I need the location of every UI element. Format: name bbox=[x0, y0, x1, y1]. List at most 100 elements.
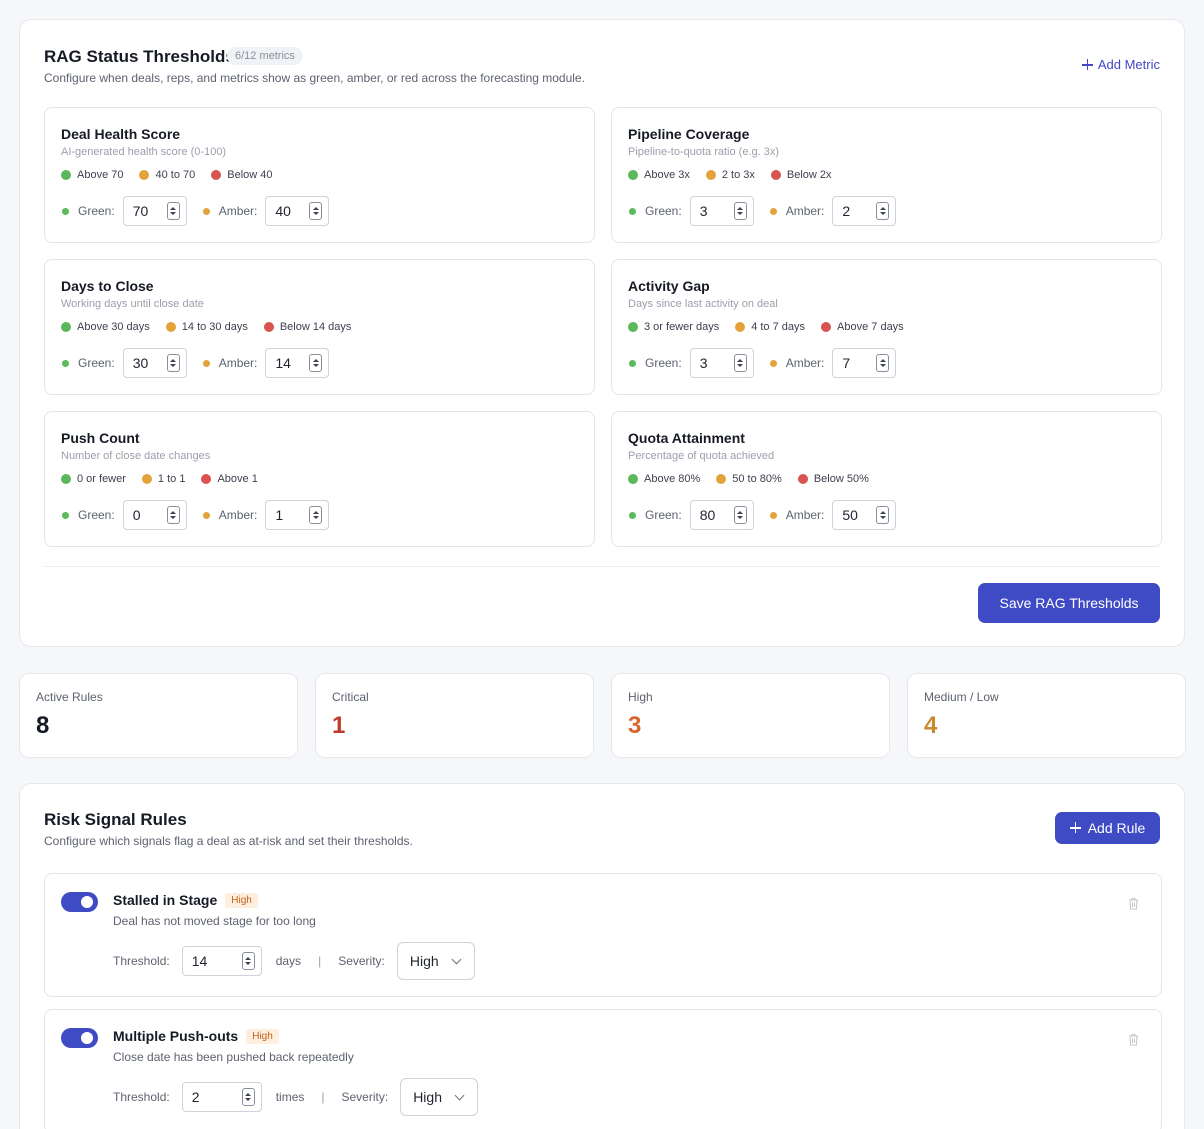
metric-description: AI-generated health score (0-100) bbox=[61, 146, 227, 158]
legend-red: Below 40 bbox=[211, 169, 273, 181]
legend-amber-label: 50 to 80% bbox=[732, 473, 782, 485]
amber-field-label: Amber: bbox=[769, 508, 824, 522]
legend-red-label: Above 7 days bbox=[837, 321, 904, 333]
amber-label: Amber: bbox=[785, 204, 825, 218]
legend-green: Above 3x bbox=[628, 169, 690, 181]
metric-description: Pipeline-to-quota ratio (e.g. 3x) bbox=[628, 146, 780, 158]
spinner-icon[interactable] bbox=[733, 202, 747, 220]
green-threshold-input[interactable]: 80 bbox=[689, 500, 754, 530]
severity-badge: High bbox=[225, 892, 258, 908]
metric-card: Days to Close Working days until close da… bbox=[44, 259, 595, 395]
green-label: Green: bbox=[645, 356, 682, 370]
green-threshold-value: 3 bbox=[699, 355, 708, 371]
amber-threshold-value: 50 bbox=[842, 507, 858, 523]
amber-threshold-input[interactable]: 7 bbox=[832, 348, 897, 378]
spinner-icon[interactable] bbox=[876, 354, 890, 372]
add-metric-button[interactable]: Add Metric bbox=[1081, 57, 1160, 72]
rule-settings: Threshold: 2 times | Severity: High bbox=[113, 1078, 478, 1116]
green-threshold-input[interactable]: 30 bbox=[122, 348, 187, 378]
threshold-label: Threshold: bbox=[113, 1090, 170, 1104]
rule-threshold-input[interactable]: 14 bbox=[181, 946, 262, 976]
spinner-icon[interactable] bbox=[166, 354, 180, 372]
green-label: Green: bbox=[78, 204, 115, 218]
risk-rule-card: Stalled in Stage High Deal has not moved s… bbox=[44, 873, 1162, 997]
rule-threshold-input[interactable]: 2 bbox=[181, 1082, 262, 1112]
rule-title: Multiple Push-outs High bbox=[113, 1028, 279, 1044]
trash-icon[interactable] bbox=[1128, 1033, 1139, 1046]
green-threshold-input[interactable]: 0 bbox=[122, 500, 187, 530]
red-dot-icon bbox=[770, 170, 781, 180]
red-dot-icon bbox=[263, 322, 274, 332]
green-threshold-input[interactable]: 3 bbox=[689, 348, 754, 378]
trash-icon[interactable] bbox=[1128, 897, 1139, 910]
amber-threshold-input[interactable]: 50 bbox=[832, 500, 897, 530]
spinner-icon[interactable] bbox=[241, 952, 255, 970]
amber-threshold-input[interactable]: 1 bbox=[265, 500, 330, 530]
threshold-unit: days bbox=[275, 954, 302, 968]
spinner-icon[interactable] bbox=[166, 202, 180, 220]
green-threshold-value: 3 bbox=[699, 203, 708, 219]
metric-name: Activity Gap bbox=[628, 278, 710, 294]
green-field-label: Green: bbox=[62, 508, 115, 522]
green-threshold-value: 0 bbox=[132, 507, 141, 523]
amber-threshold-input[interactable]: 14 bbox=[265, 348, 330, 378]
legend-amber-label: 4 to 7 days bbox=[751, 321, 806, 333]
severity-select[interactable]: High bbox=[400, 1078, 478, 1116]
toggle-knob bbox=[81, 1032, 93, 1044]
green-field-label: Green: bbox=[62, 356, 115, 370]
rule-title: Stalled in Stage High bbox=[113, 892, 258, 908]
amber-dot-icon bbox=[202, 511, 210, 519]
add-rule-label: Add Rule bbox=[1087, 820, 1146, 836]
spinner-icon[interactable] bbox=[876, 506, 890, 524]
legend-green: Above 70 bbox=[61, 169, 123, 181]
legend-green-label: Above 30 days bbox=[77, 321, 150, 333]
amber-dot-icon bbox=[769, 359, 777, 367]
stat-value: 8 bbox=[36, 712, 50, 739]
metric-card: Pipeline Coverage Pipeline-to-quota ratio… bbox=[611, 107, 1162, 243]
risk-rule-card: Multiple Push-outs High Close date has bee… bbox=[44, 1009, 1162, 1129]
legend-red: Below 14 days bbox=[263, 321, 352, 333]
green-label: Green: bbox=[645, 508, 682, 522]
stat-label: Medium / Low bbox=[924, 690, 999, 704]
spinner-icon[interactable] bbox=[309, 506, 323, 524]
rag-legend: Above 70 40 to 70 Below 40 bbox=[61, 169, 273, 181]
metric-description: Days since last activity on deal bbox=[628, 298, 778, 310]
add-rule-button[interactable]: Add Rule bbox=[1055, 812, 1160, 844]
legend-green-label: 3 or fewer days bbox=[644, 321, 720, 333]
spinner-icon[interactable] bbox=[309, 202, 323, 220]
green-threshold-input[interactable]: 70 bbox=[122, 196, 187, 226]
green-dot-icon bbox=[61, 322, 71, 332]
legend-red-label: Below 14 days bbox=[279, 321, 352, 333]
amber-threshold-input[interactable]: 2 bbox=[832, 196, 897, 226]
amber-label: Amber: bbox=[218, 508, 258, 522]
legend-red: Above 1 bbox=[201, 473, 258, 485]
green-dot-icon bbox=[61, 170, 71, 180]
spinner-icon[interactable] bbox=[876, 202, 890, 220]
amber-field-label: Amber: bbox=[202, 508, 258, 522]
rag-subtitle: Configure when deals, reps, and metrics … bbox=[44, 71, 585, 85]
threshold-fields: Green: 3 Amber: 2 bbox=[629, 196, 897, 226]
save-rag-thresholds-button[interactable]: Save RAG Thresholds bbox=[978, 583, 1160, 623]
legend-amber: 40 to 70 bbox=[139, 169, 195, 181]
spinner-icon[interactable] bbox=[733, 354, 747, 372]
spinner-icon[interactable] bbox=[733, 506, 747, 524]
legend-amber-label: 14 to 30 days bbox=[181, 321, 248, 333]
legend-amber: 14 to 30 days bbox=[165, 321, 248, 333]
spinner-icon[interactable] bbox=[309, 354, 323, 372]
green-threshold-input[interactable]: 3 bbox=[689, 196, 754, 226]
amber-dot-icon bbox=[165, 322, 176, 332]
spinner-icon[interactable] bbox=[241, 1088, 255, 1106]
rule-threshold-value: 14 bbox=[191, 953, 208, 969]
amber-threshold-input[interactable]: 40 bbox=[265, 196, 330, 226]
severity-select[interactable]: High bbox=[396, 942, 475, 980]
amber-label: Amber: bbox=[785, 356, 825, 370]
severity-label: Severity: bbox=[338, 954, 385, 968]
rag-legend: Above 3x 2 to 3x Below 2x bbox=[628, 169, 832, 181]
plus-icon bbox=[1069, 822, 1082, 834]
legend-amber-label: 40 to 70 bbox=[155, 169, 196, 181]
spinner-icon[interactable] bbox=[166, 506, 180, 524]
green-threshold-value: 80 bbox=[699, 507, 716, 523]
rule-enabled-toggle[interactable] bbox=[61, 1028, 98, 1048]
rule-enabled-toggle[interactable] bbox=[61, 892, 98, 912]
legend-green: Above 30 days bbox=[61, 321, 150, 333]
